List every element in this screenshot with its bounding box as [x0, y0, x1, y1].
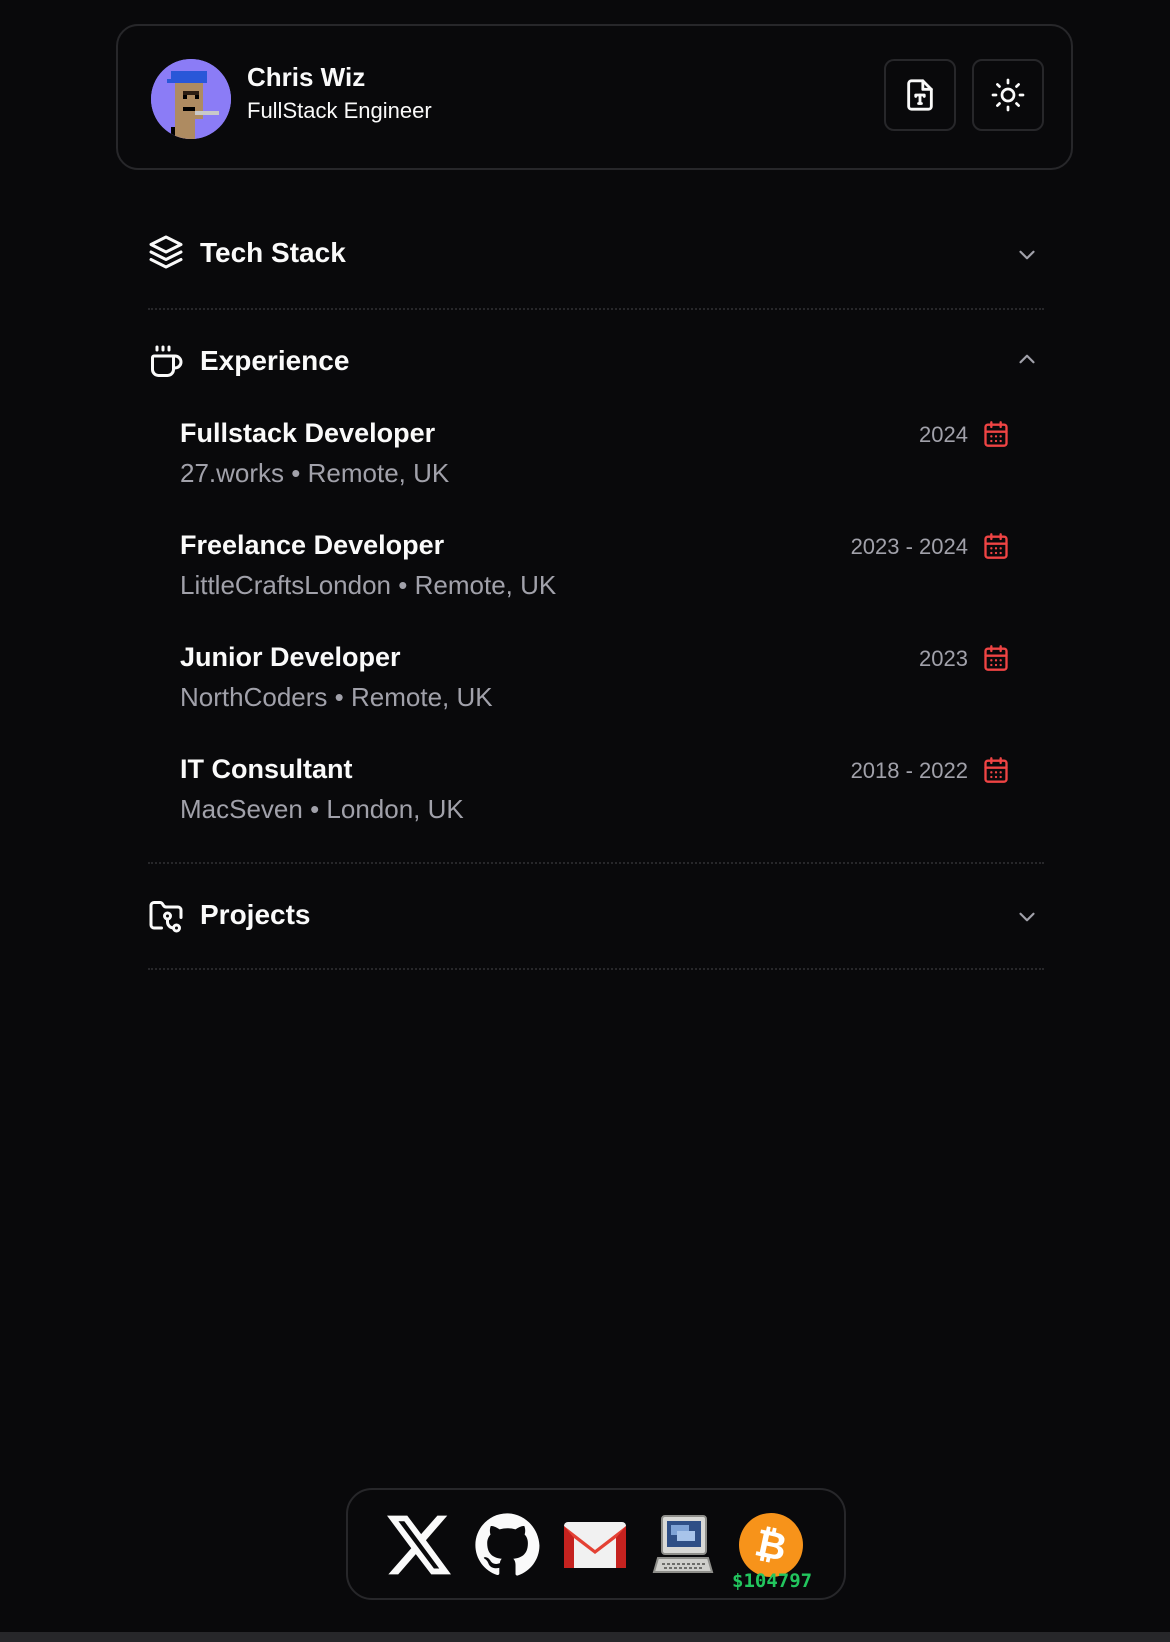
location: London, UK [326, 794, 464, 824]
section-title: Experience [200, 345, 350, 376]
btc-price: $104797 [732, 1570, 813, 1592]
theme-toggle-button[interactable] [972, 59, 1044, 131]
company: MacSeven [180, 794, 303, 824]
job-dates: 2023 - 2024 [850, 534, 968, 559]
experience-item: Freelance Developer LittleCraftsLondon •… [180, 530, 1010, 640]
location: Remote, UK [414, 570, 557, 600]
chevron-down-icon [1019, 912, 1035, 922]
calendar-icon [984, 533, 1008, 559]
profile-card: Chris Wiz FullStack Engineer [116, 24, 1073, 170]
section-title: Tech Stack [200, 237, 346, 268]
separator: • [310, 794, 320, 824]
file-type-icon [907, 79, 933, 111]
layers-icon [149, 235, 183, 269]
chevron-up-icon [1019, 354, 1035, 364]
computer-icon [652, 1515, 714, 1573]
gmail-icon [564, 1522, 626, 1568]
accordion-trigger-experience[interactable]: Experience [148, 310, 1044, 414]
accordion-experience: Experience [148, 310, 1044, 414]
job-company-location: NorthCoders • Remote, UK [180, 682, 493, 713]
job-title: Fullstack Developer [180, 418, 436, 448]
company: 27.works [180, 458, 285, 488]
location: Remote, UK [307, 458, 450, 488]
section-title: Projects [200, 899, 311, 930]
gmail-link[interactable] [562, 1512, 628, 1578]
bitcoin-link[interactable]: ₿ [738, 1512, 804, 1578]
social-dock: ₿ $104797 [346, 1488, 846, 1600]
x-link[interactable] [386, 1512, 452, 1578]
job-title: Freelance Developer [180, 530, 445, 560]
sun-icon [991, 78, 1025, 112]
accordion-projects: Projects [148, 864, 1044, 968]
location: Remote, UK [350, 682, 493, 712]
github-icon [475, 1513, 540, 1576]
coffee-icon [151, 345, 183, 377]
accordion-trigger-tech-stack[interactable]: Tech Stack [148, 204, 1044, 308]
experience-item: Junior Developer NorthCoders • Remote, U… [180, 642, 1010, 752]
profile-role: FullStack Engineer [247, 98, 432, 123]
job-company-location: LittleCraftsLondon • Remote, UK [180, 570, 556, 601]
experience-item: Fullstack Developer 27.works • Remote, U… [180, 418, 1010, 528]
job-dates: 2024 [919, 422, 968, 447]
avatar [151, 59, 231, 139]
job-title: IT Consultant [180, 754, 353, 784]
job-dates: 2018 - 2022 [850, 758, 968, 783]
resume-button[interactable] [884, 59, 956, 131]
calendar-icon [984, 421, 1008, 447]
calendar-icon [984, 645, 1008, 671]
job-title: Junior Developer [180, 642, 401, 672]
company: NorthCoders [180, 682, 328, 712]
company: LittleCraftsLondon [180, 570, 392, 600]
github-link[interactable] [474, 1512, 540, 1578]
experience-item: IT Consultant MacSeven • London, UK 2018… [180, 754, 1010, 864]
chevron-down-icon [1019, 250, 1035, 260]
separator: • [334, 682, 344, 712]
calendar-icon [984, 757, 1008, 783]
accordion-trigger-projects[interactable]: Projects [148, 864, 1044, 968]
job-company-location: 27.works • Remote, UK [180, 458, 449, 489]
computer-link[interactable] [650, 1512, 716, 1578]
separator: • [398, 570, 408, 600]
job-dates: 2023 [919, 646, 968, 671]
folder-git-icon [149, 901, 183, 933]
divider [148, 968, 1044, 970]
bottom-bar [0, 1632, 1170, 1642]
job-company-location: MacSeven • London, UK [180, 794, 464, 825]
pixel-avatar-icon [151, 59, 231, 139]
bitcoin-icon: ₿ [739, 1513, 803, 1577]
x-icon [387, 1515, 451, 1575]
accordion-tech-stack: Tech Stack [148, 204, 1044, 308]
separator: • [291, 458, 301, 488]
profile-name: Chris Wiz [247, 62, 366, 92]
